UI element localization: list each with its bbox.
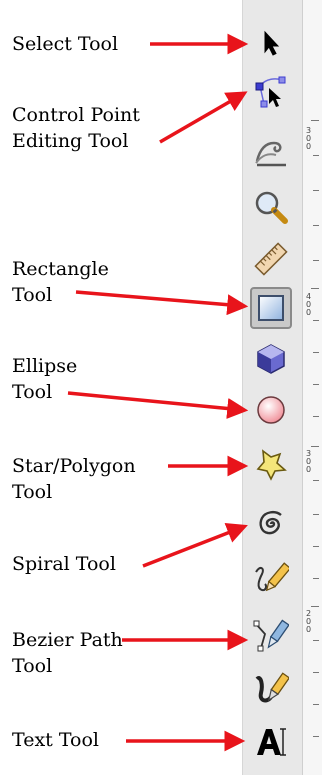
callout-arrows <box>67 33 249 752</box>
arrow-control-point <box>159 91 248 144</box>
arrow-ellipse <box>67 391 249 419</box>
arrow-spiral <box>142 522 248 568</box>
arrow-rectangle <box>75 290 249 316</box>
